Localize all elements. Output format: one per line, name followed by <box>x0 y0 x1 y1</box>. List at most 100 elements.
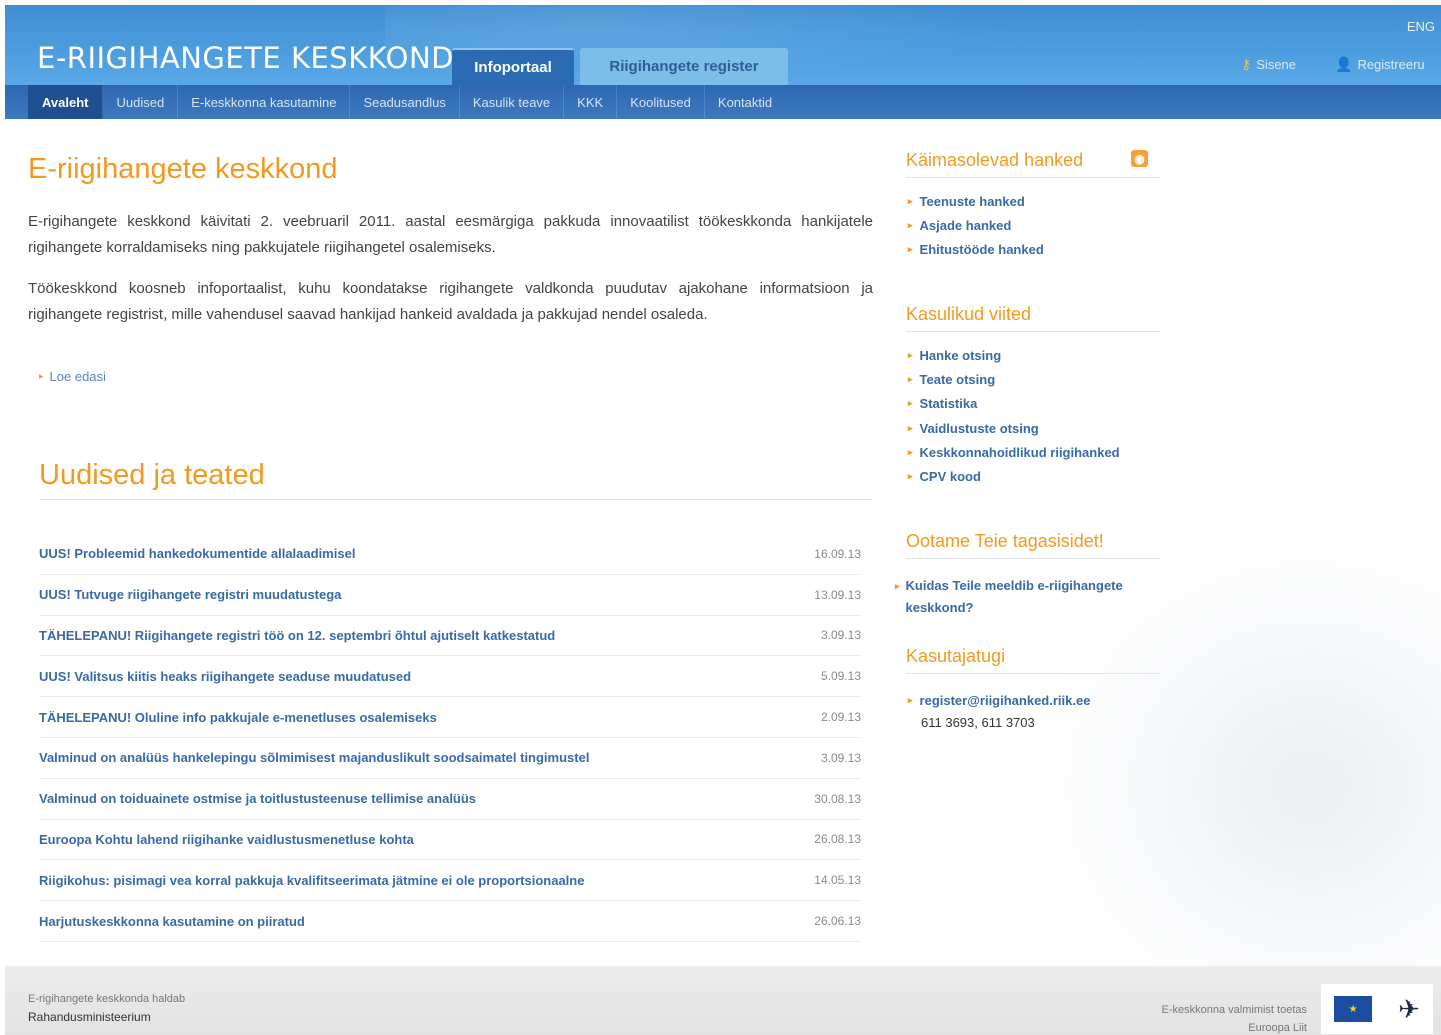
news-item: UUS! Tutvuge riigihangete registri muuda… <box>39 575 861 616</box>
feedback-link-label: Kuidas Teile meeldib e-riigihangete kesk… <box>905 578 1123 615</box>
list-item[interactable]: ▸ Hanke otsing <box>908 343 1120 367</box>
support-email: register@riigihanked.riik.ee <box>919 692 1091 708</box>
bullet-icon: ▸ <box>908 694 913 705</box>
link-label: Vaidlustuste otsing <box>919 420 1039 436</box>
bullet-icon: ▸ <box>908 195 913 206</box>
news-list: UUS! Probleemid hankedokumentide allalaa… <box>39 534 861 942</box>
nav-item-uudised[interactable]: Uudised <box>103 85 179 119</box>
news-item-date: 5.09.13 <box>820 669 861 684</box>
login-link[interactable]: ⚷ Sisene <box>1241 56 1296 73</box>
divider <box>39 499 873 500</box>
useful-links-heading: Kasulikud viited <box>906 304 1160 332</box>
bullet-icon: ▸ <box>908 422 913 433</box>
eu-support-line: Euroopa Liit <box>1248 1022 1307 1034</box>
bullet-icon: ▸ <box>908 446 913 457</box>
link-label: Ehitustööde hanked <box>919 242 1044 258</box>
rss-icon[interactable]: ◉ <box>1131 150 1148 167</box>
nav-item-kontaktid[interactable]: Kontaktid <box>705 85 785 119</box>
eu-support-text: E-keskkonna valmimist toetas Euroopa Lii… <box>1162 1001 1308 1035</box>
sponsor-logos: ★ ✈ <box>1321 984 1433 1034</box>
nav-item-avaleht[interactable]: Avaleht <box>28 85 104 119</box>
feedback-heading: Ootame Teie tagasisidet! <box>906 531 1160 559</box>
useful-links-list: ▸ Hanke otsing ▸ Teate otsing ▸ Statistika … <box>908 343 1120 489</box>
link-label: Keskkonnahoidlikud riigihanked <box>919 444 1120 460</box>
intro-paragraph: E-rigihangete keskkond käivitati 2. veeb… <box>28 213 873 256</box>
intro-paragraph: Töökeskkond koosneb infoportaalist, kuhu… <box>28 280 873 323</box>
nav-item-seadusandlus[interactable]: Seadusandlus <box>350 85 460 119</box>
read-more-link[interactable]: ▸ Loe edasi <box>39 369 106 384</box>
link-label: Asjade hanked <box>919 217 1012 233</box>
news-item: UUS! Valitsus kiitis heaks riigihangete … <box>39 656 861 698</box>
login-label: Sisene <box>1256 57 1297 72</box>
news-item-date: 26.08.13 <box>814 832 861 847</box>
register-link[interactable]: 👤 Registreeru <box>1335 56 1425 73</box>
news-item: Harjutuskeskkonna kasutamine on piiratud… <box>39 901 861 942</box>
list-item[interactable]: ▸ Keskkonnahoidlikud riigihanked <box>908 440 1120 464</box>
news-item-date: 14.05.13 <box>814 873 861 888</box>
main-nav: Avaleht Uudised E-keskkonna kasutamine S… <box>5 85 1441 119</box>
bullet-icon: ▸ <box>908 373 913 384</box>
news-item-link[interactable]: TÄHELEPANU! Riigihangete registri töö on… <box>39 628 555 643</box>
support-phones: 611 3693, 611 3703 <box>921 714 1035 730</box>
support-email-link[interactable]: ▸ register@riigihanked.riik.ee <box>908 689 1090 711</box>
tab-infoportaal[interactable]: Infoportaal <box>452 48 574 85</box>
link-label: Teate otsing <box>919 371 996 387</box>
bullet-icon: ▸ <box>908 349 913 360</box>
list-item[interactable]: ▸ Teate otsing <box>908 367 1120 391</box>
bullet-icon: ▸ <box>895 581 900 591</box>
bullet-icon: ▸ <box>908 219 913 230</box>
list-item[interactable]: ▸ CPV kood <box>908 464 1120 488</box>
news-item-link[interactable]: Harjutuskeskkonna kasutamine on piiratud <box>39 914 305 929</box>
nav-item-kkk[interactable]: KKK <box>564 85 618 119</box>
footer: E-rigihangete keskkonda haldab Rahandusm… <box>5 966 1441 1035</box>
nav-item-kasulik-teave[interactable]: Kasulik teave <box>460 85 565 119</box>
feedback-link[interactable]: ▸ Kuidas Teile meeldib e-riigihangete ke… <box>895 575 1145 619</box>
support-heading: Kasutajatugi <box>906 646 1160 674</box>
news-item: Euroopa Kohtu lahend riigihanke vaidlust… <box>39 820 861 861</box>
page: E-RIIGIHANGETE KESKKOND ENG Infoportaal … <box>5 5 1441 1035</box>
read-more-label: Loe edasi <box>49 369 106 384</box>
bullet-icon: ▸ <box>908 471 913 482</box>
user-icon: 👤 <box>1335 56 1353 72</box>
news-item-link[interactable]: Euroopa Kohtu lahend riigihanke vaidlust… <box>39 832 414 847</box>
news-item-link[interactable]: UUS! Tutvuge riigihangete registri muuda… <box>39 587 341 602</box>
list-item[interactable]: ▸ Vaidlustuste otsing <box>908 416 1120 440</box>
page-title: E-riigihangete keskkond <box>28 153 338 185</box>
link-label: Teenuste hanked <box>919 193 1025 209</box>
list-item[interactable]: ▸ Statistika <box>908 392 1120 416</box>
news-item-link[interactable]: UUS! Valitsus kiitis heaks riigihangete … <box>39 669 411 684</box>
news-item: Valminud on toiduainete ostmise ja toitl… <box>39 779 861 820</box>
news-item-link[interactable]: UUS! Probleemid hankedokumentide allalaa… <box>39 546 355 561</box>
news-item-link[interactable]: Riigikohus: pisimagi vea korral pakkuja … <box>39 873 584 888</box>
nav-item-e-keskkonna-kasutamine[interactable]: E-keskkonna kasutamine <box>178 85 351 119</box>
language-switch[interactable]: ENG <box>1407 19 1435 34</box>
bullet-icon: ▸ <box>908 398 913 409</box>
news-heading: Uudised ja teated <box>39 459 265 491</box>
list-item[interactable]: ▸ Asjade hanked <box>908 213 1044 237</box>
nav-item-koolitused[interactable]: Koolitused <box>617 85 705 119</box>
list-item[interactable]: ▸ Ehitustööde hanked <box>908 238 1044 262</box>
news-item-link[interactable]: Valminud on toiduainete ostmise ja toitl… <box>39 791 476 806</box>
maintainer-name: Rahandusministeerium <box>28 1010 151 1024</box>
bullet-icon: ▸ <box>39 371 44 381</box>
ongoing-tenders-list: ▸ Teenuste hanked ▸ Asjade hanked ▸ Ehitust… <box>908 189 1044 262</box>
link-label: Hanke otsing <box>919 347 1002 363</box>
news-item: Riigikohus: pisimagi vea korral pakkuja … <box>39 860 861 902</box>
news-item-date: 16.09.13 <box>814 546 861 561</box>
news-item-date: 26.06.13 <box>814 914 861 929</box>
maintainer-label: E-rigihangete keskkonda haldab <box>28 993 186 1005</box>
news-item: UUS! Probleemid hankedokumentide allalaa… <box>39 534 861 575</box>
list-item[interactable]: ▸ Teenuste hanked <box>908 189 1044 213</box>
site-title[interactable]: E-RIIGIHANGETE KESKKOND <box>37 41 454 75</box>
news-item: TÄHELEPANU! Riigihangete registri töö on… <box>39 616 861 657</box>
news-item-link[interactable]: Valminud on analüüs hankelepingu sõlmimi… <box>39 750 589 765</box>
link-label: CPV kood <box>919 469 981 485</box>
ongoing-tenders-heading: Käimasolevad hanked <box>906 150 1160 178</box>
news-item: Valminud on analüüs hankelepingu sõlmimi… <box>39 738 861 779</box>
eu-flag-icon: ★ <box>1334 996 1373 1022</box>
tab-riigihangete-register[interactable]: Riigihangete register <box>580 48 788 85</box>
news-item-link[interactable]: TÄHELEPANU! Oluline info pakkujale e-men… <box>39 710 437 725</box>
eu-support-line: E-keskkonna valmimist toetas <box>1161 1004 1308 1016</box>
news-item-date: 3.09.13 <box>820 750 861 765</box>
support-contact: ▸ register@riigihanked.riik.ee 611 3693,… <box>908 689 1090 733</box>
